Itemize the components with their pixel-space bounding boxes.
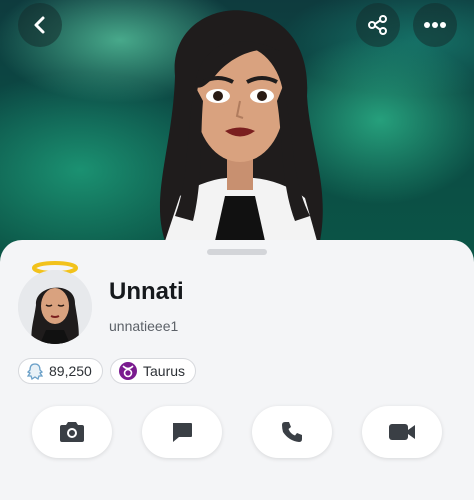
share-button[interactable] xyxy=(356,3,400,47)
back-button[interactable] xyxy=(18,3,62,47)
more-horizontal-icon xyxy=(424,22,446,28)
chat-button[interactable] xyxy=(142,406,222,458)
share-icon xyxy=(368,15,387,35)
zodiac-badge[interactable]: Taurus xyxy=(110,358,197,384)
snap-score-badge[interactable]: 89,250 xyxy=(18,358,103,384)
zodiac-label: Taurus xyxy=(143,363,186,379)
taurus-icon xyxy=(119,362,137,380)
camera-icon xyxy=(60,422,84,442)
username: unnatieee1 xyxy=(109,318,179,334)
video-icon xyxy=(389,424,415,440)
profile-hero-banner xyxy=(0,0,474,262)
display-name: Unnati xyxy=(109,278,184,305)
profile-picture[interactable] xyxy=(18,261,92,344)
more-options-button[interactable] xyxy=(413,3,457,47)
camera-button[interactable] xyxy=(32,406,112,458)
phone-icon xyxy=(282,422,302,442)
snap-score-value: 89,250 xyxy=(49,363,92,379)
avatar-thumbnail xyxy=(18,270,92,344)
voice-call-button[interactable] xyxy=(252,406,332,458)
chevron-left-icon xyxy=(34,16,45,34)
bitmoji-avatar xyxy=(159,10,323,242)
profile-card: Unnati unnatieee1 89,250 Taurus xyxy=(0,240,474,500)
ghost-icon xyxy=(27,362,43,380)
chat-icon xyxy=(173,423,192,442)
video-call-button[interactable] xyxy=(362,406,442,458)
drag-handle[interactable] xyxy=(207,249,267,255)
